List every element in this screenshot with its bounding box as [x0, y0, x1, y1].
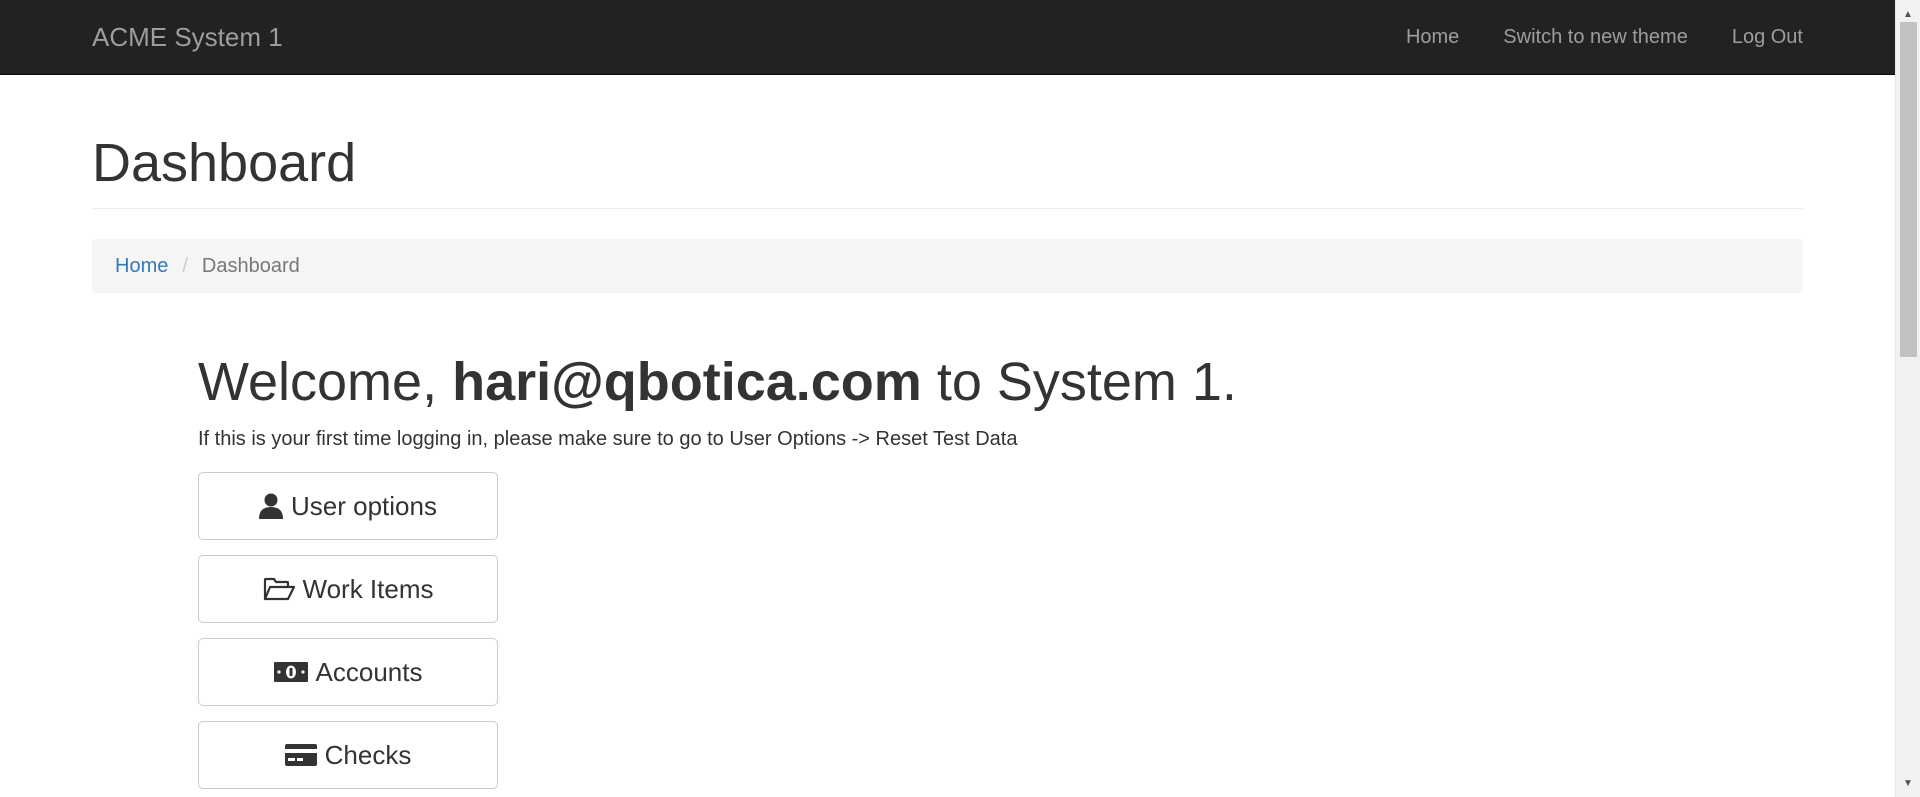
- work-items-button[interactable]: Work Items: [198, 555, 498, 623]
- page-header: Dashboard: [92, 130, 1803, 209]
- checks-button[interactable]: Checks: [198, 721, 498, 789]
- breadcrumb-separator: /: [182, 254, 188, 277]
- scrollbar-thumb[interactable]: [1900, 22, 1917, 357]
- checks-label: Checks: [324, 739, 412, 770]
- accounts-label: Accounts: [315, 656, 423, 687]
- nav-home-link[interactable]: Home: [1384, 0, 1481, 75]
- vertical-scrollbar[interactable]: ▲ ▼: [1895, 0, 1920, 797]
- nav-links: Home Switch to new theme Log Out: [1384, 0, 1803, 75]
- page: ACME System 1 Home Switch to new theme L…: [0, 0, 1920, 797]
- user-options-label: User options: [291, 490, 437, 521]
- brand-link[interactable]: ACME System 1: [92, 0, 283, 75]
- nav-logout-link[interactable]: Log Out: [1710, 0, 1803, 75]
- welcome-heading: Welcome, hari@qbotica.com to System 1.: [198, 346, 1237, 418]
- page-title: Dashboard: [92, 133, 357, 193]
- scroll-up-arrow-icon[interactable]: ▲: [1896, 4, 1920, 24]
- welcome-suffix: to System 1.: [921, 352, 1237, 412]
- welcome-prefix: Welcome,: [198, 352, 453, 412]
- breadcrumb-home-link[interactable]: Home: [115, 255, 168, 278]
- breadcrumb: Home / Dashboard: [92, 239, 1803, 293]
- first-login-notice: If this is your first time logging in, p…: [198, 428, 1018, 450]
- money-icon: [273, 661, 308, 683]
- nav-switch-theme-link[interactable]: Switch to new theme: [1481, 0, 1710, 75]
- breadcrumb-current: Dashboard: [201, 254, 300, 277]
- accounts-button[interactable]: Accounts: [198, 638, 498, 706]
- user-options-button[interactable]: User options: [198, 472, 498, 540]
- top-navbar: ACME System 1 Home Switch to new theme L…: [0, 0, 1895, 75]
- credit-card-icon: [284, 743, 317, 767]
- user-icon: [259, 493, 284, 519]
- scroll-down-arrow-icon[interactable]: ▼: [1896, 773, 1920, 793]
- work-items-label: Work Items: [302, 573, 434, 604]
- folder-open-icon: [263, 577, 295, 601]
- welcome-user: hari@qbotica.com: [452, 352, 922, 412]
